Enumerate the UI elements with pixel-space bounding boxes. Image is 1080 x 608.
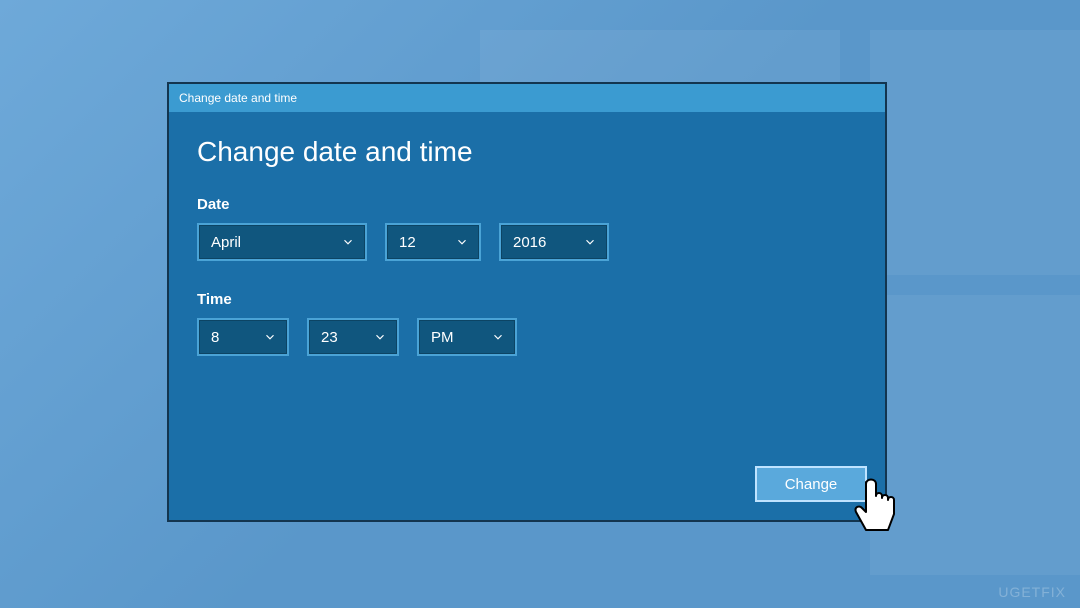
chevron-down-icon (583, 235, 597, 249)
chevron-down-icon (341, 235, 355, 249)
time-row: 8 23 PM (197, 318, 857, 356)
day-select[interactable]: 12 (385, 223, 481, 261)
date-row: April 12 2016 (197, 223, 857, 261)
year-select[interactable]: 2016 (499, 223, 609, 261)
change-button[interactable]: Change (755, 466, 867, 502)
watermark: UGETFIX (998, 584, 1066, 600)
chevron-down-icon (491, 330, 505, 344)
window-title: Change date and time (179, 91, 297, 105)
date-label: Date (197, 196, 857, 213)
hour-select[interactable]: 8 (197, 318, 289, 356)
dialog-heading: Change date and time (197, 136, 857, 168)
chevron-down-icon (263, 330, 277, 344)
change-button-label: Change (785, 476, 838, 493)
titlebar: Change date and time (169, 84, 885, 112)
month-value: April (211, 234, 241, 251)
desktop-pane (870, 295, 1080, 575)
time-label: Time (197, 291, 857, 308)
chevron-down-icon (455, 235, 469, 249)
desktop-pane (870, 30, 1080, 275)
ampm-select[interactable]: PM (417, 318, 517, 356)
hour-value: 8 (211, 329, 219, 346)
desktop-pane (480, 30, 840, 90)
dialog-footer: Change (755, 466, 867, 502)
dialog-content: Change date and time Date April 12 2016 … (169, 112, 885, 356)
change-date-time-dialog: Change date and time Change date and tim… (167, 82, 887, 522)
chevron-down-icon (373, 330, 387, 344)
minute-select[interactable]: 23 (307, 318, 399, 356)
month-select[interactable]: April (197, 223, 367, 261)
minute-value: 23 (321, 329, 338, 346)
year-value: 2016 (513, 234, 546, 251)
ampm-value: PM (431, 329, 454, 346)
day-value: 12 (399, 234, 416, 251)
